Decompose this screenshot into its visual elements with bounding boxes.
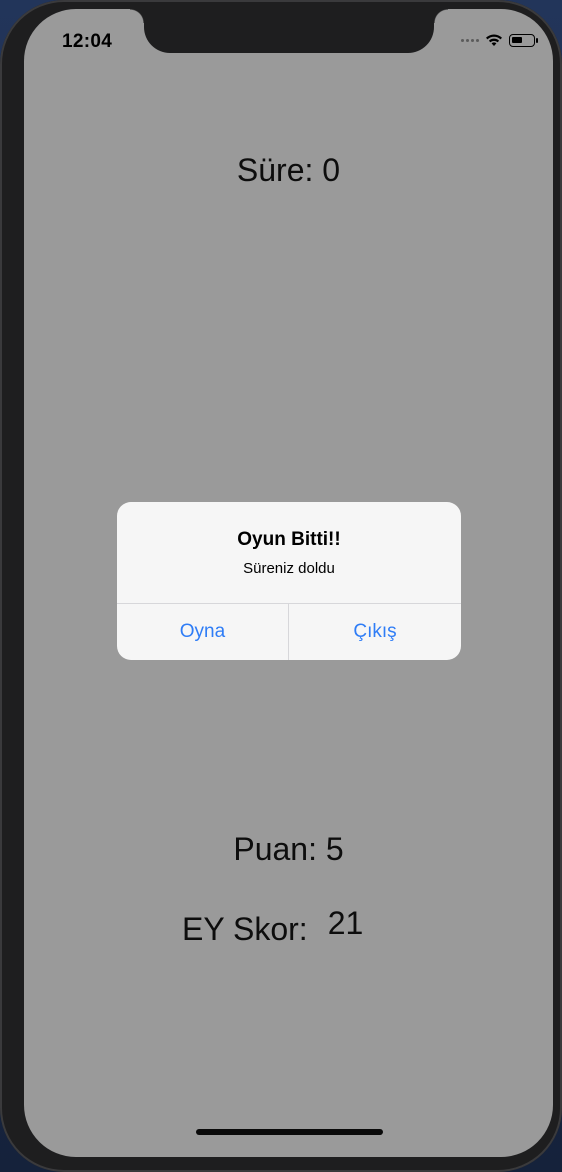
- highscore-value: 21: [327, 905, 364, 941]
- exit-button[interactable]: Çıkış: [289, 604, 461, 660]
- game-over-alert: Oyun Bitti!! Süreniz doldu Oyna Çıkış: [117, 502, 461, 660]
- alert-message: Süreniz doldu: [243, 560, 335, 577]
- device-notch: [130, 9, 448, 53]
- status-icons: [461, 33, 538, 47]
- home-indicator[interactable]: [196, 1129, 383, 1135]
- score-label: Puan: 5: [233, 831, 344, 867]
- highscore-row: EY Skor: 21: [182, 905, 363, 948]
- battery-level: [512, 36, 522, 43]
- timer-label: Süre: 0: [236, 152, 341, 188]
- phone-frame: 12:04 Süre: 0 Oyun Bitti!! Süreniz doldu…: [0, 0, 562, 1172]
- status-time: 12:04: [62, 31, 113, 52]
- signal-dots-icon: [461, 38, 479, 42]
- play-again-button[interactable]: Oyna: [117, 604, 288, 660]
- alert-title: Oyun Bitti!!: [237, 529, 341, 550]
- wifi-icon: [486, 34, 502, 46]
- battery-icon: [509, 33, 538, 47]
- app-screen: 12:04 Süre: 0 Oyun Bitti!! Süreniz doldu…: [24, 9, 553, 1157]
- highscore-label: EY Skor:: [182, 911, 308, 947]
